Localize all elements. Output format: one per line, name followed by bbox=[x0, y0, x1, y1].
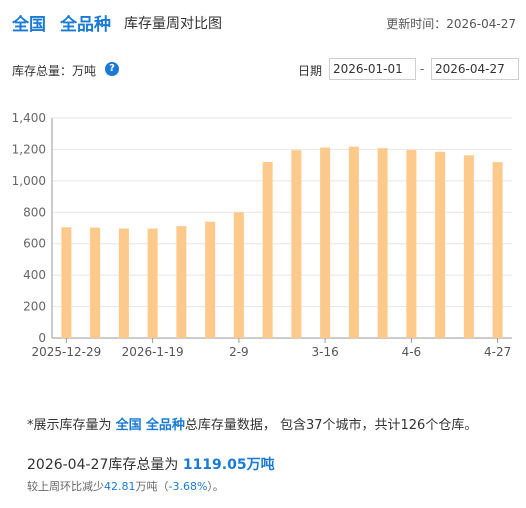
x-tick-label: 3-16 bbox=[312, 345, 339, 359]
y-tick-label: 0 bbox=[38, 331, 46, 345]
bar bbox=[463, 155, 474, 338]
bar bbox=[176, 226, 187, 338]
note-suffix: 总库存量数据， 包含37个城市，共计126个仓库。 bbox=[184, 418, 478, 433]
date-label: 日期 bbox=[298, 64, 323, 78]
y-tick-label: 1,200 bbox=[12, 142, 46, 156]
date-separator: - bbox=[420, 62, 425, 76]
change-suffix: ）。 bbox=[207, 480, 224, 493]
bar bbox=[262, 162, 273, 338]
note-prefix: *展示库存量为 bbox=[27, 418, 112, 433]
end-date-input[interactable]: 2026-04-27 bbox=[431, 58, 519, 80]
bar bbox=[233, 212, 244, 338]
region-title[interactable]: 全国 bbox=[12, 10, 46, 35]
update-label: 更新时间： bbox=[386, 17, 447, 31]
bar bbox=[348, 146, 359, 338]
bar bbox=[377, 148, 388, 338]
total-date: 2026-04-27 bbox=[27, 457, 109, 473]
data-note: *展示库存量为 全国 全品种总库存量数据， 包含37个城市，共计126个仓库。 bbox=[27, 414, 477, 433]
update-date: 2026-04-27 bbox=[446, 17, 516, 31]
bar bbox=[406, 150, 417, 338]
total-label: 库存总量为 bbox=[108, 457, 179, 473]
change-mid: 万吨（ bbox=[135, 480, 169, 493]
bar bbox=[147, 228, 158, 338]
y-tick-label: 1,000 bbox=[12, 174, 46, 188]
x-tick-label: 2026-1-19 bbox=[122, 345, 184, 359]
change-prefix: 较上周环比减少 bbox=[27, 480, 104, 493]
bar bbox=[61, 227, 72, 338]
update-time: 更新时间：2026-04-27 bbox=[386, 15, 516, 32]
product-title[interactable]: 全品种 bbox=[60, 10, 111, 35]
bar-chart: 0 200 400 600 800 1,000 1,200 1,400 2025-12-29 20… bbox=[12, 111, 512, 359]
chart-title: 库存量周对比图 bbox=[124, 16, 222, 32]
bar bbox=[435, 151, 446, 338]
y-tick-label: 800 bbox=[23, 205, 46, 219]
controls-row: 库存总量：万吨 ? 日期 2026-01-01 - 2026-04-27 bbox=[12, 58, 519, 82]
change-value: 42.81 bbox=[104, 480, 136, 493]
x-tick-label: 4-27 bbox=[484, 345, 511, 359]
bar bbox=[492, 162, 503, 338]
weekly-change: 较上周环比减少42.81万吨（-3.68%）。 bbox=[27, 478, 224, 494]
start-date-input[interactable]: 2026-01-01 bbox=[329, 58, 416, 80]
change-pct: -3.68% bbox=[168, 480, 208, 493]
note-region: 全国 bbox=[115, 418, 142, 433]
x-tick-label: 4-6 bbox=[402, 345, 422, 359]
y-tick-label: 400 bbox=[23, 268, 46, 282]
question-icon[interactable]: ? bbox=[105, 62, 119, 76]
x-tick-label: 2025-12-29 bbox=[32, 345, 102, 359]
y-tick-label: 600 bbox=[23, 237, 46, 251]
bar bbox=[320, 147, 331, 338]
y-tick-label: 1,400 bbox=[12, 111, 46, 125]
total-summary: 2026-04-27库存总量为 1119.05万吨 bbox=[27, 454, 275, 474]
y-tick-label: 200 bbox=[23, 300, 46, 314]
x-tick-label: 2-9 bbox=[229, 345, 249, 359]
bar bbox=[205, 221, 216, 338]
note-product: 全品种 bbox=[145, 418, 185, 433]
bar bbox=[291, 150, 302, 338]
bar bbox=[90, 227, 101, 338]
total-value: 1119.05万吨 bbox=[182, 457, 275, 473]
header: 全国 全品种 库存量周对比图 更新时间：2026-04-27 bbox=[12, 10, 516, 38]
bar bbox=[118, 228, 129, 338]
unit-label: 库存总量：万吨 bbox=[12, 64, 97, 78]
